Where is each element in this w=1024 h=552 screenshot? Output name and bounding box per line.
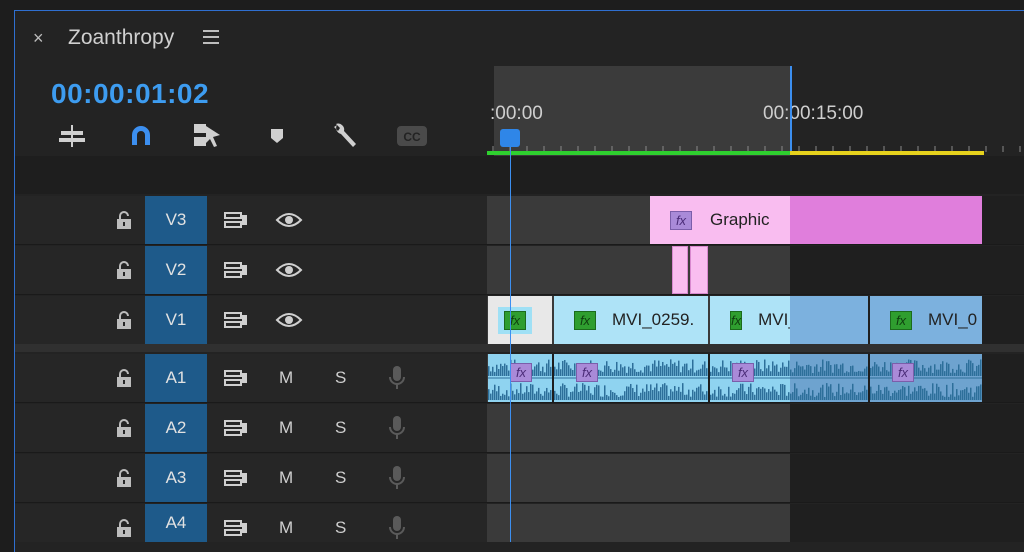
eye-icon[interactable] [275,210,303,230]
solo-button[interactable]: S [335,368,346,388]
eye-icon[interactable] [275,310,303,330]
playhead-line[interactable] [510,130,511,542]
microphone-icon[interactable] [387,515,407,541]
out-point-marker[interactable] [790,66,792,154]
lock-icon[interactable] [115,418,133,438]
clip-label: MVI_0259. [612,310,695,329]
microphone-icon[interactable] [387,465,407,491]
panel-focus-border-top [14,10,1024,11]
playhead-handle[interactable] [500,129,520,147]
ruler-label-start: :00:00 [490,103,543,124]
sync-lock-icon[interactable] [223,310,249,330]
graphic-clip[interactable]: fx Graphic [650,196,790,244]
sync-lock-icon[interactable] [223,210,249,230]
track-header-strip [15,156,1024,194]
insert-overwrite-icon[interactable] [56,122,88,150]
track-target-a2[interactable]: A2 [145,404,207,452]
lock-icon[interactable] [115,260,133,280]
track-target-a3[interactable]: A3 [145,454,207,502]
svg-text:CC: CC [403,130,421,144]
video-clip[interactable]: fx MVI_0259. [710,296,790,344]
video-audio-divider[interactable] [15,344,1024,352]
solo-button[interactable]: S [335,468,346,488]
close-panel-button[interactable]: × [33,28,44,49]
fx-badge: fx [510,363,532,382]
microphone-icon[interactable] [387,365,407,391]
render-bar-yellow [790,151,984,155]
fx-badge: fx [730,310,743,330]
video-clip[interactable]: fx MVI_0259. [554,296,708,344]
track-row-a2: A2 M S [15,404,1024,453]
solo-button[interactable]: S [335,518,346,538]
hamburger-icon[interactable] [203,30,219,48]
captions-cc-icon[interactable]: CC [394,122,430,150]
fx-badge: fx [732,363,754,382]
snap-magnet-icon[interactable] [125,122,157,150]
in-out-shade [487,504,790,542]
eye-icon[interactable] [275,260,303,280]
fx-badge: fx [574,310,596,330]
add-marker-icon[interactable] [264,122,290,150]
sync-lock-icon[interactable] [223,418,249,438]
graphic-clip-small[interactable] [672,246,688,294]
lock-icon[interactable] [115,310,133,330]
fx-badge: fx [890,310,912,330]
sync-lock-icon[interactable] [223,518,249,538]
track-row-a4: A4 M S [15,504,1024,542]
video-clip-tail[interactable] [790,296,868,344]
fx-badge: fx [576,363,598,382]
settings-wrench-icon[interactable] [326,122,362,150]
track-row-a3: A3 M S [15,454,1024,503]
mute-button[interactable]: M [279,518,293,538]
lock-icon[interactable] [115,468,133,488]
fx-badge: fx [670,210,692,230]
lock-icon[interactable] [115,210,133,230]
playhead-timecode[interactable]: 00:00:01:02 [51,78,209,110]
clip-label: MVI_0259. [758,310,790,329]
sync-lock-icon[interactable] [223,260,249,280]
lock-icon[interactable] [115,518,133,538]
track-target-a1[interactable]: A1 [145,354,207,402]
fx-badge: fx [504,310,526,330]
solo-button[interactable]: S [335,418,346,438]
mute-button[interactable]: M [279,368,293,388]
track-target-a4[interactable]: A4 [145,504,207,542]
video-clip[interactable]: fx MVI_0 [870,296,982,344]
sequence-tab-title[interactable]: Zoanthropy [68,26,174,50]
graphic-clip-small[interactable] [690,246,708,294]
ruler-label-15s: 00:00:15:00 [763,103,864,124]
clip-label: Graphic [710,210,770,229]
track-target-v2[interactable]: V2 [145,246,207,294]
in-out-shade [487,454,790,502]
render-bar-green [487,151,790,155]
clip-thumb: fx [498,306,532,334]
track-target-v3[interactable]: V3 [145,196,207,244]
in-out-shade [487,246,790,294]
track-row-v2: V2 [15,246,1024,295]
microphone-icon[interactable] [387,415,407,441]
track-target-v1[interactable]: V1 [145,296,207,344]
video-clip[interactable]: fx [488,296,552,344]
in-out-shade [487,404,790,452]
graphic-clip-tail[interactable] [790,196,982,244]
sync-lock-icon[interactable] [223,368,249,388]
mute-button[interactable]: M [279,418,293,438]
linked-selection-icon[interactable] [191,122,225,150]
lock-icon[interactable] [115,368,133,388]
fx-badge: fx [892,363,914,382]
mute-button[interactable]: M [279,468,293,488]
clip-label: MVI_0 [928,310,978,329]
sync-lock-icon[interactable] [223,468,249,488]
